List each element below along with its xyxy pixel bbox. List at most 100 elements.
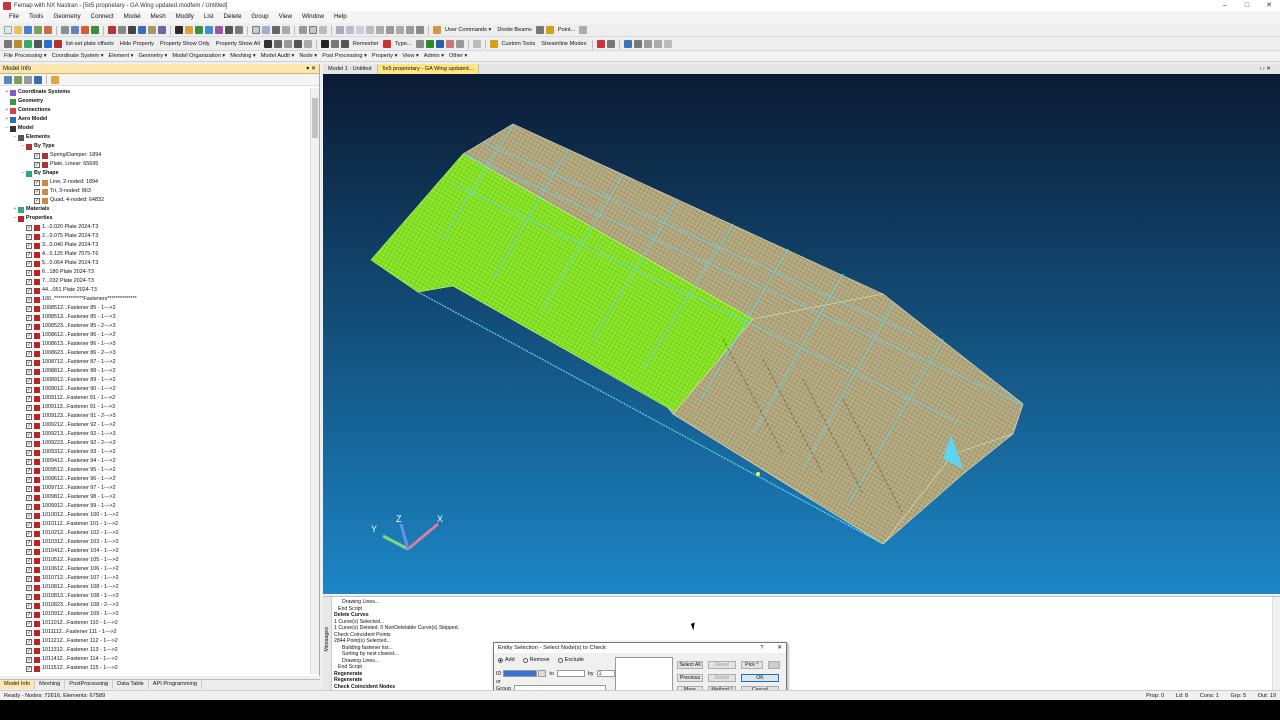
export-icon[interactable]: [44, 26, 52, 34]
angle-icon[interactable]: [654, 40, 663, 48]
visibility-checkbox[interactable]: ✓: [26, 359, 32, 366]
distance-icon[interactable]: [644, 40, 653, 48]
move-icon[interactable]: [330, 40, 339, 48]
expand-icon[interactable]: [4, 75, 12, 84]
grid-icon[interactable]: [336, 26, 344, 34]
visibility-checkbox[interactable]: ✓: [26, 503, 32, 510]
refresh-icon[interactable]: [34, 75, 42, 84]
property-item[interactable]: ✓ 7...032 Plate 2024-T3: [0, 277, 310, 286]
zoom-icon[interactable]: [225, 26, 233, 34]
property-item[interactable]: ✓ 5...0.064 Plate 2024-T3: [0, 259, 310, 268]
tab-postprocessing[interactable]: PostProcessing: [65, 680, 114, 689]
property-item[interactable]: ✓ 1...0.020 Plate 2024-T3: [0, 223, 310, 232]
plate-icon[interactable]: [44, 40, 52, 48]
property-item[interactable]: ✓ 1009712...Fastener 97 - 1--->2: [0, 484, 310, 493]
import-icon[interactable]: [34, 26, 42, 34]
dropdown-property[interactable]: Property ▾: [372, 53, 398, 59]
visibility-checkbox[interactable]: ✓: [26, 512, 32, 519]
type-icon[interactable]: [382, 40, 391, 48]
property-item[interactable]: ✓ 1008612...Fastener 86 - 1--->2: [0, 331, 310, 340]
property-item[interactable]: ✓ 1011212...Fastener 112 - 1--->2: [0, 637, 310, 646]
property-item[interactable]: ✓ 1011312...Fastener 113 - 1--->2: [0, 646, 310, 655]
property-show-all-button[interactable]: Property Show All: [216, 41, 260, 47]
highlight-icon[interactable]: [185, 26, 193, 34]
dropdown-element[interactable]: Element ▾: [109, 53, 134, 59]
settings-icon[interactable]: [768, 661, 780, 669]
menu-mesh[interactable]: Mesh: [146, 11, 171, 23]
graphics-viewport[interactable]: X Y Z: [323, 74, 1280, 594]
id-input[interactable]: [503, 670, 538, 677]
tile-icon[interactable]: [356, 26, 364, 34]
property-show-only-button[interactable]: Property Show Only: [160, 41, 210, 47]
property-item[interactable]: ✓ 1009612...Fastener 96 - 1--->2: [0, 475, 310, 484]
capture-icon[interactable]: [273, 40, 282, 48]
offset-icon[interactable]: [54, 40, 62, 48]
visibility-checkbox[interactable]: ✓: [26, 395, 32, 402]
redo-icon[interactable]: [91, 26, 99, 34]
toggle-icon[interactable]: [24, 40, 32, 48]
data-table-icon[interactable]: [406, 26, 414, 34]
tree-item-by-shape[interactable]: – By Shape: [0, 169, 310, 178]
tab-meshing[interactable]: Meshing: [35, 680, 66, 689]
minimize-button[interactable]: –: [1214, 0, 1236, 11]
dropdown-other[interactable]: Other ▾: [449, 53, 467, 59]
dropdown-model-organization[interactable]: Model Organization ▾: [172, 53, 225, 59]
property-item[interactable]: ✓ 6...180 Plate 2024-T3: [0, 268, 310, 277]
render-icon[interactable]: [215, 26, 223, 34]
property-item[interactable]: ✓ 1008812...Fastener 88 - 1--->2: [0, 367, 310, 376]
panel-icon[interactable]: [386, 26, 394, 34]
menu-file[interactable]: File: [4, 11, 24, 23]
property-item[interactable]: ✓ 1008912...Fastener 89 - 1--->2: [0, 376, 310, 385]
window-layout-icon[interactable]: [346, 26, 354, 34]
tree-item-plate-linear-65695[interactable]: ✓ Plate, Linear: 65695: [0, 160, 310, 169]
tree-item-coordinate-systems[interactable]: + Coordinate Systems: [0, 88, 310, 97]
collapse-icon[interactable]: [14, 75, 22, 84]
property-item[interactable]: ✓ 1010612...Fastener 106 - 1--->2: [0, 565, 310, 574]
property-item[interactable]: ✓ 1009912...Fastener 99 - 1--->2: [0, 502, 310, 511]
cascade-icon[interactable]: [366, 26, 374, 34]
property-item[interactable]: ✓ 1009123...Fastener 91 - 2--->3: [0, 412, 310, 421]
visibility-checkbox[interactable]: ✓: [26, 548, 32, 555]
property-item[interactable]: ✓ 1010312...Fastener 103 - 1--->2: [0, 538, 310, 547]
visibility-checkbox[interactable]: ✓: [26, 584, 32, 591]
property-item[interactable]: ✓ 2...0.075 Plate 2024-T3: [0, 232, 310, 241]
camera-icon[interactable]: [263, 40, 272, 48]
delete-entity-icon[interactable]: [320, 40, 329, 48]
property-item[interactable]: ✓ 1009812...Fastener 98 - 1--->2: [0, 493, 310, 502]
property-item[interactable]: ✓ 100..**************Fasteners***********…: [0, 295, 310, 304]
property-item[interactable]: ✓ 1009412...Fastener 94 - 1--->2: [0, 457, 310, 466]
visibility-checkbox[interactable]: ✓: [26, 602, 32, 609]
tree-item-aero-model[interactable]: + Aero Model: [0, 115, 310, 124]
close-button[interactable]: ✕: [1258, 0, 1280, 11]
dropdown-admin[interactable]: Admin ▾: [424, 53, 444, 59]
options-icon[interactable]: [303, 40, 312, 48]
visibility-checkbox[interactable]: ✓: [26, 575, 32, 582]
show-entity-icon[interactable]: [205, 26, 213, 34]
visibility-checkbox[interactable]: ✓: [26, 323, 32, 330]
property-item[interactable]: ✓ 1010412...Fastener 104 - 1--->2: [0, 547, 310, 556]
property-item[interactable]: ✓ 1010112...Fastener 101 - 1--->2: [0, 520, 310, 529]
visibility-checkbox[interactable]: ✓: [26, 440, 32, 447]
tree-item-geometry[interactable]: Geometry: [0, 97, 310, 106]
property-item[interactable]: ✓ 1009212...Fastener 92 - 1--->2: [0, 421, 310, 430]
tab-data-table[interactable]: Data Table: [113, 680, 149, 689]
tab-model-1[interactable]: Model 1 : Untitled: [323, 64, 378, 74]
filter-icon[interactable]: [293, 40, 302, 48]
red-tool-icon[interactable]: [445, 40, 454, 48]
views-icon[interactable]: [252, 26, 260, 34]
visibility-checkbox[interactable]: ✓: [26, 314, 32, 321]
visibility-checkbox[interactable]: ✓: [26, 521, 32, 528]
messages-scrollbar[interactable]: [1272, 597, 1280, 691]
extra-icon[interactable]: [664, 40, 673, 48]
property-item[interactable]: ✓ 1008613...Fastener 86 - 1--->3: [0, 340, 310, 349]
reset-button[interactable]: Reset: [708, 661, 736, 669]
menu-connect[interactable]: Connect: [86, 11, 119, 23]
snap-icon[interactable]: [148, 26, 156, 34]
property-item[interactable]: ✓ 1009112...Fastener 91 - 1--->2: [0, 394, 310, 403]
visibility-checkbox[interactable]: ✓: [26, 431, 32, 438]
tree-item-connections[interactable]: + Connections: [0, 106, 310, 115]
custom-tools-icon[interactable]: [489, 40, 498, 48]
property-item[interactable]: ✓ 1010012...Fastener 100 - 1--->2: [0, 511, 310, 520]
alert-icon[interactable]: [597, 40, 606, 48]
entity-editor-icon[interactable]: [396, 26, 404, 34]
